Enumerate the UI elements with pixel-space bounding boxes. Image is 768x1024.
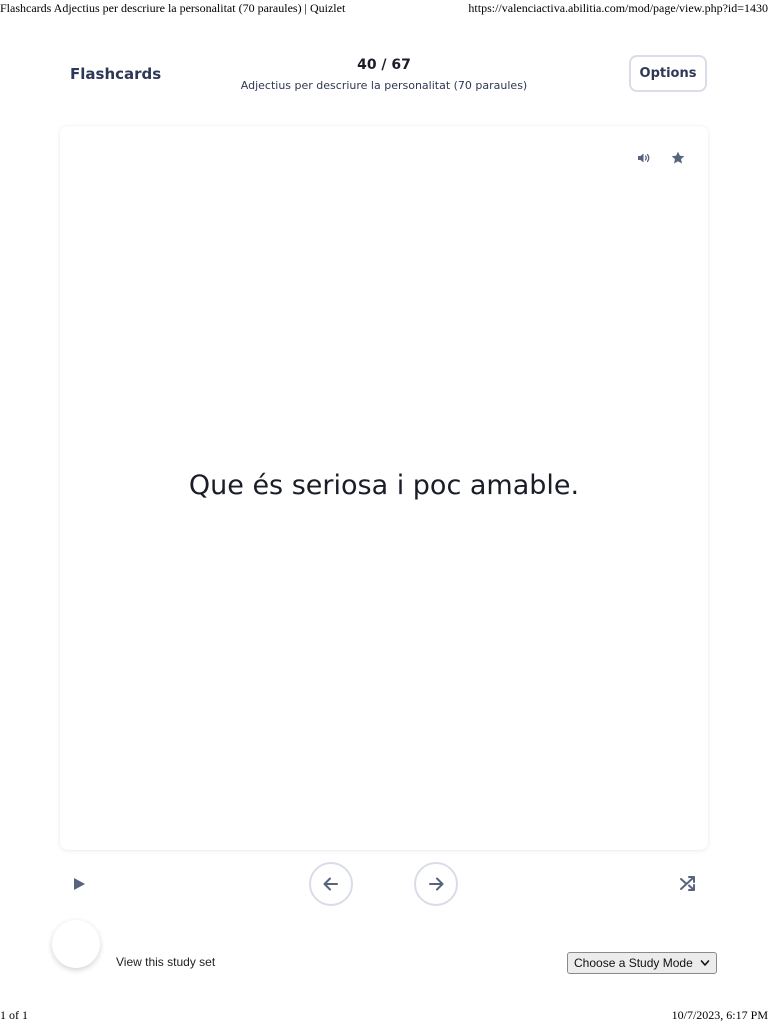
print-page-url: https://valenciactiva.abilitia.com/mod/p…: [468, 1, 768, 15]
avatar[interactable]: [52, 920, 100, 968]
star-icon[interactable]: [670, 150, 686, 166]
arrow-left-icon: [323, 877, 338, 891]
flashcard-term: Que és seriosa i poc amable.: [188, 470, 580, 501]
print-datetime: 10/7/2023, 6:17 PM: [671, 1008, 768, 1022]
arrow-right-icon: [429, 877, 444, 891]
shuffle-icon[interactable]: [678, 874, 698, 894]
study-mode-selected-value: Choose a Study Mode: [574, 956, 693, 970]
previous-card-button[interactable]: [309, 862, 353, 906]
print-footer: 1 of 1 10/7/2023, 6:17 PM: [0, 1006, 768, 1024]
print-header: Flashcards Adjectius per descriure la pe…: [0, 0, 768, 18]
next-card-button[interactable]: [414, 862, 458, 906]
play-icon[interactable]: [70, 875, 88, 893]
study-mode-select[interactable]: Choose a Study Mode: [567, 952, 717, 974]
study-set-title: Adjectius per descriure la personalitat …: [240, 79, 528, 92]
chevron-down-icon: [700, 960, 710, 966]
speaker-icon[interactable]: [636, 150, 652, 166]
flashcards-title: Flashcards: [70, 65, 162, 83]
view-study-set-link[interactable]: View this study set: [116, 955, 215, 969]
print-page-count: 1 of 1: [0, 1008, 28, 1022]
print-page-title: Flashcards Adjectius per descriure la pe…: [0, 1, 346, 15]
options-button[interactable]: Options: [629, 55, 707, 92]
flashcard[interactable]: Que és seriosa i poc amable.: [60, 126, 708, 850]
card-progress: 40 / 67: [357, 57, 411, 73]
